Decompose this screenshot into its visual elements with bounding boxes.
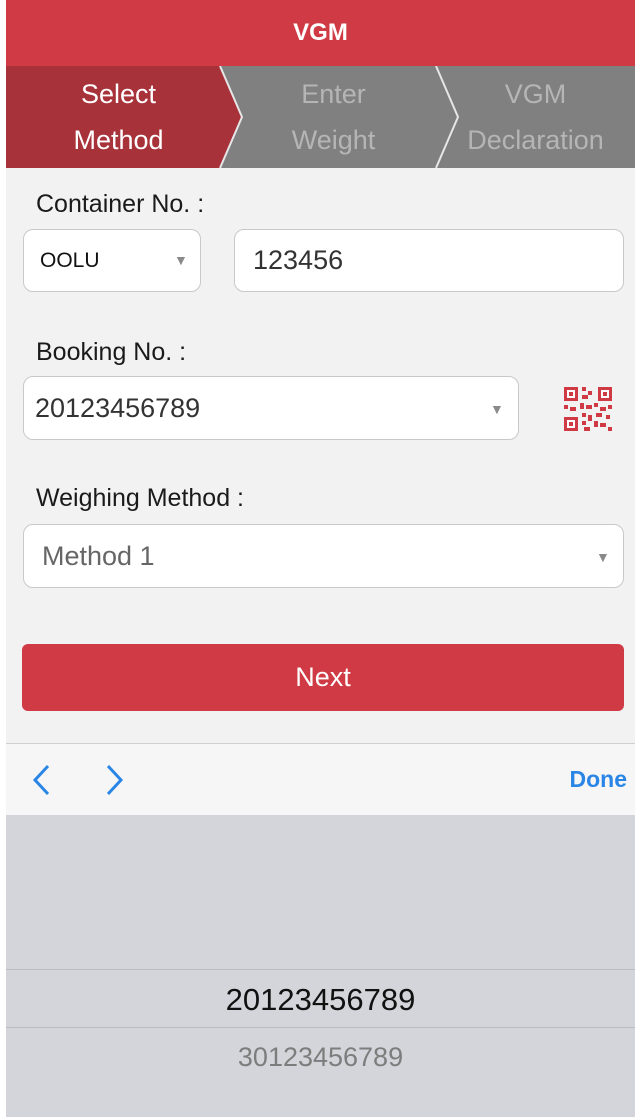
picker-option[interactable]: 30123456789 — [6, 1032, 635, 1082]
next-button-label: Next — [295, 662, 351, 692]
header-title: VGM — [293, 19, 348, 46]
weighing-method-label: Weighing Method : — [36, 484, 244, 512]
dropdown-arrow-icon: ▼ — [174, 252, 188, 268]
picker-selection-bottom-line — [6, 1027, 635, 1028]
booking-number-label: Booking No. : — [36, 338, 187, 366]
step-vgm-declaration: VGM Declaration — [467, 79, 604, 155]
picker-option-selected[interactable]: 20123456789 — [6, 975, 635, 1025]
weighing-method-value: Method 1 — [42, 540, 155, 571]
dropdown-arrow-icon: ▼ — [490, 401, 504, 417]
picker-selection-top-line — [6, 969, 635, 970]
chevron-left-icon[interactable] — [30, 762, 54, 798]
next-button[interactable]: Next — [22, 644, 624, 711]
done-button[interactable]: Done — [570, 766, 628, 793]
container-number-input[interactable]: 123456 — [234, 229, 624, 292]
booking-number-select[interactable]: 20123456789 ▼ — [23, 376, 519, 440]
step-enter-weight: Enter Weight — [291, 79, 376, 155]
dropdown-arrow-icon: ▼ — [596, 549, 610, 565]
container-number-label: Container No. : — [36, 190, 205, 218]
weighing-method-select[interactable]: Method 1 ▼ — [23, 524, 624, 588]
chevron-right-icon[interactable] — [102, 762, 126, 798]
container-prefix-select[interactable]: OOLU ▼ — [23, 229, 201, 292]
step-select-method: Select Method — [73, 79, 164, 155]
app-screen: VGM Select Method Enter Weight VGM Decla… — [6, 0, 635, 1117]
booking-number-picker[interactable]: 20123456789 30123456789 — [6, 815, 635, 1117]
qr-code-scan-icon[interactable] — [562, 385, 614, 433]
booking-number-value: 20123456789 — [35, 392, 201, 423]
container-number-value: 123456 — [253, 245, 344, 275]
page-title: VGM — [6, 0, 635, 66]
container-prefix-value: OOLU — [40, 248, 100, 272]
keyboard-accessory-bar: Done — [6, 743, 635, 816]
step-indicator: Select Method Enter Weight VGM Declarati… — [6, 66, 635, 168]
